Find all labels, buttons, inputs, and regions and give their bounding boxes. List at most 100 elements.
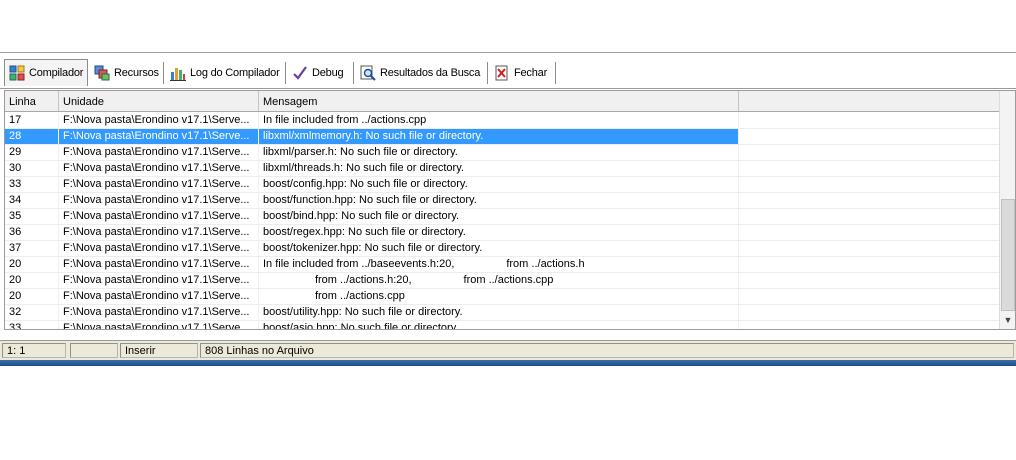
cell-mensagem: boost/utility.hpp: No such file or direc… [259, 305, 739, 320]
grid-header: Linha Unidade Mensagem [5, 91, 999, 112]
cell-spacer [739, 305, 999, 320]
tab-label: Resultados da Busca [380, 67, 481, 79]
tab-log-do-compilador[interactable]: Log do Compilador [166, 62, 286, 84]
tab-label: Log do Compilador [190, 67, 280, 79]
cell-linha: 17 [5, 113, 59, 128]
cell-mensagem: libxml/threads.h: No such file or direct… [259, 161, 739, 176]
cell-unidade: F:\Nova pasta\Erondino v17.1\Serve... [59, 241, 259, 256]
column-header-unidade[interactable]: Unidade [59, 91, 259, 111]
tab-resultados-da-busca[interactable]: Resultados da Busca [356, 62, 488, 84]
table-row[interactable]: 29 F:\Nova pasta\Erondino v17.1\Serve... l… [5, 145, 999, 161]
scroll-down-arrow-icon[interactable]: ▼ [1000, 313, 1015, 327]
line-count: 808 Linhas no Arquivo [200, 343, 1014, 358]
column-header-spacer [739, 91, 999, 111]
cell-mensagem: boost/tokenizer.hpp: No such file or dir… [259, 241, 739, 256]
cursor-position: 1: 1 [2, 343, 66, 358]
cell-linha: 35 [5, 209, 59, 224]
table-row[interactable]: 20 F:\Nova pasta\Erondino v17.1\Serve... … [5, 289, 999, 305]
column-header-linha[interactable]: Linha [5, 91, 59, 111]
table-row[interactable]: 34 F:\Nova pasta\Erondino v17.1\Serve... b… [5, 193, 999, 209]
table-row[interactable]: 36 F:\Nova pasta\Erondino v17.1\Serve... b… [5, 225, 999, 241]
tab-debug[interactable]: Debug [288, 62, 354, 84]
cell-linha: 20 [5, 257, 59, 272]
cell-spacer [739, 145, 999, 160]
table-row[interactable]: 20 F:\Nova pasta\Erondino v17.1\Serve... … [5, 273, 999, 289]
table-row[interactable]: 32 F:\Nova pasta\Erondino v17.1\Serve... b… [5, 305, 999, 321]
cell-spacer [739, 113, 999, 128]
table-row[interactable]: 35 F:\Nova pasta\Erondino v17.1\Serve... b… [5, 209, 999, 225]
cell-unidade: F:\Nova pasta\Erondino v17.1\Serve... [59, 225, 259, 240]
cell-spacer [739, 289, 999, 304]
cell-unidade: F:\Nova pasta\Erondino v17.1\Serve... [59, 193, 259, 208]
search-icon [360, 65, 376, 81]
cell-mensagem: libxml/xmlmemory.h: No such file or dire… [259, 129, 739, 144]
tab-compilador[interactable]: Compilador [4, 59, 88, 86]
cell-linha: 33 [5, 321, 59, 329]
checkmark-icon [292, 65, 308, 81]
cell-mensagem: boost/function.hpp: No such file or dire… [259, 193, 739, 208]
status-bar: 1: 1 Inserir 808 Linhas no Arquivo [0, 340, 1016, 360]
cell-spacer [739, 177, 999, 192]
cell-mensagem: from ../actions.h:20, from ../actions.cp… [259, 273, 739, 288]
table-row[interactable]: 28 F:\Nova pasta\Erondino v17.1\Serve... l… [5, 129, 999, 145]
table-row[interactable]: 33 F:\Nova pasta\Erondino v17.1\Serve... b… [5, 321, 999, 329]
cell-unidade: F:\Nova pasta\Erondino v17.1\Serve... [59, 209, 259, 224]
cell-spacer [739, 225, 999, 240]
cell-linha: 20 [5, 273, 59, 288]
cell-spacer [739, 257, 999, 272]
table-row[interactable]: 20 F:\Nova pasta\Erondino v17.1\Serve... I… [5, 257, 999, 273]
tab-label: Recursos [114, 67, 159, 79]
table-row[interactable]: 17 F:\Nova pasta\Erondino v17.1\Serve... I… [5, 113, 999, 129]
scrollbar-thumb[interactable] [1001, 199, 1015, 311]
cell-spacer [739, 209, 999, 224]
cell-mensagem: boost/regex.hpp: No such file or directo… [259, 225, 739, 240]
tab-fechar[interactable]: Fechar [490, 62, 556, 84]
grid-rows: 17 F:\Nova pasta\Erondino v17.1\Serve... I… [5, 113, 999, 329]
cell-linha: 30 [5, 161, 59, 176]
message-tab-bar: Compilador Recursos Log do Compilador De… [0, 56, 1016, 89]
cell-spacer [739, 321, 999, 329]
close-icon [494, 65, 510, 81]
table-row[interactable]: 37 F:\Nova pasta\Erondino v17.1\Serve... b… [5, 241, 999, 257]
cell-mensagem: libxml/parser.h: No such file or directo… [259, 145, 739, 160]
cell-mensagem: from ../actions.cpp [259, 289, 739, 304]
cell-mensagem: In file included from ../baseevents.h:20… [259, 257, 739, 272]
cell-unidade: F:\Nova pasta\Erondino v17.1\Serve... [59, 257, 259, 272]
vertical-scrollbar[interactable]: ▼ [999, 91, 1015, 329]
cell-spacer [739, 193, 999, 208]
bar-chart-icon [170, 65, 186, 81]
cell-spacer [739, 241, 999, 256]
modified-indicator [70, 343, 118, 358]
window-top-border [0, 52, 1016, 53]
cell-mensagem: In file included from ../actions.cpp [259, 113, 739, 128]
tab-recursos[interactable]: Recursos [90, 62, 164, 84]
insert-mode: Inserir [120, 343, 198, 358]
grid-icon [9, 65, 25, 81]
cell-unidade: F:\Nova pasta\Erondino v17.1\Serve... [59, 289, 259, 304]
cell-mensagem: boost/bind.hpp: No such file or director… [259, 209, 739, 224]
cell-linha: 34 [5, 193, 59, 208]
cell-linha: 37 [5, 241, 59, 256]
cell-linha: 28 [5, 129, 59, 144]
table-row[interactable]: 30 F:\Nova pasta\Erondino v17.1\Serve... l… [5, 161, 999, 177]
cell-spacer [739, 273, 999, 288]
cell-unidade: F:\Nova pasta\Erondino v17.1\Serve... [59, 113, 259, 128]
resources-icon [94, 65, 110, 81]
tab-label: Compilador [29, 67, 84, 79]
column-header-mensagem[interactable]: Mensagem [259, 91, 739, 111]
cell-linha: 32 [5, 305, 59, 320]
cell-unidade: F:\Nova pasta\Erondino v17.1\Serve... [59, 321, 259, 329]
cell-mensagem: boost/config.hpp: No such file or direct… [259, 177, 739, 192]
tab-label: Fechar [514, 67, 548, 79]
cell-unidade: F:\Nova pasta\Erondino v17.1\Serve... [59, 161, 259, 176]
taskbar-strip [0, 360, 1016, 366]
cell-linha: 33 [5, 177, 59, 192]
cell-unidade: F:\Nova pasta\Erondino v17.1\Serve... [59, 177, 259, 192]
compiler-messages-grid: Linha Unidade Mensagem 17 F:\Nova pasta\E… [4, 90, 1016, 330]
table-row[interactable]: 33 F:\Nova pasta\Erondino v17.1\Serve... b… [5, 177, 999, 193]
cell-linha: 29 [5, 145, 59, 160]
cell-spacer [739, 161, 999, 176]
cell-mensagem: boost/asio.hpp: No such file or director… [259, 321, 739, 329]
cell-unidade: F:\Nova pasta\Erondino v17.1\Serve... [59, 305, 259, 320]
cell-spacer [739, 129, 999, 144]
